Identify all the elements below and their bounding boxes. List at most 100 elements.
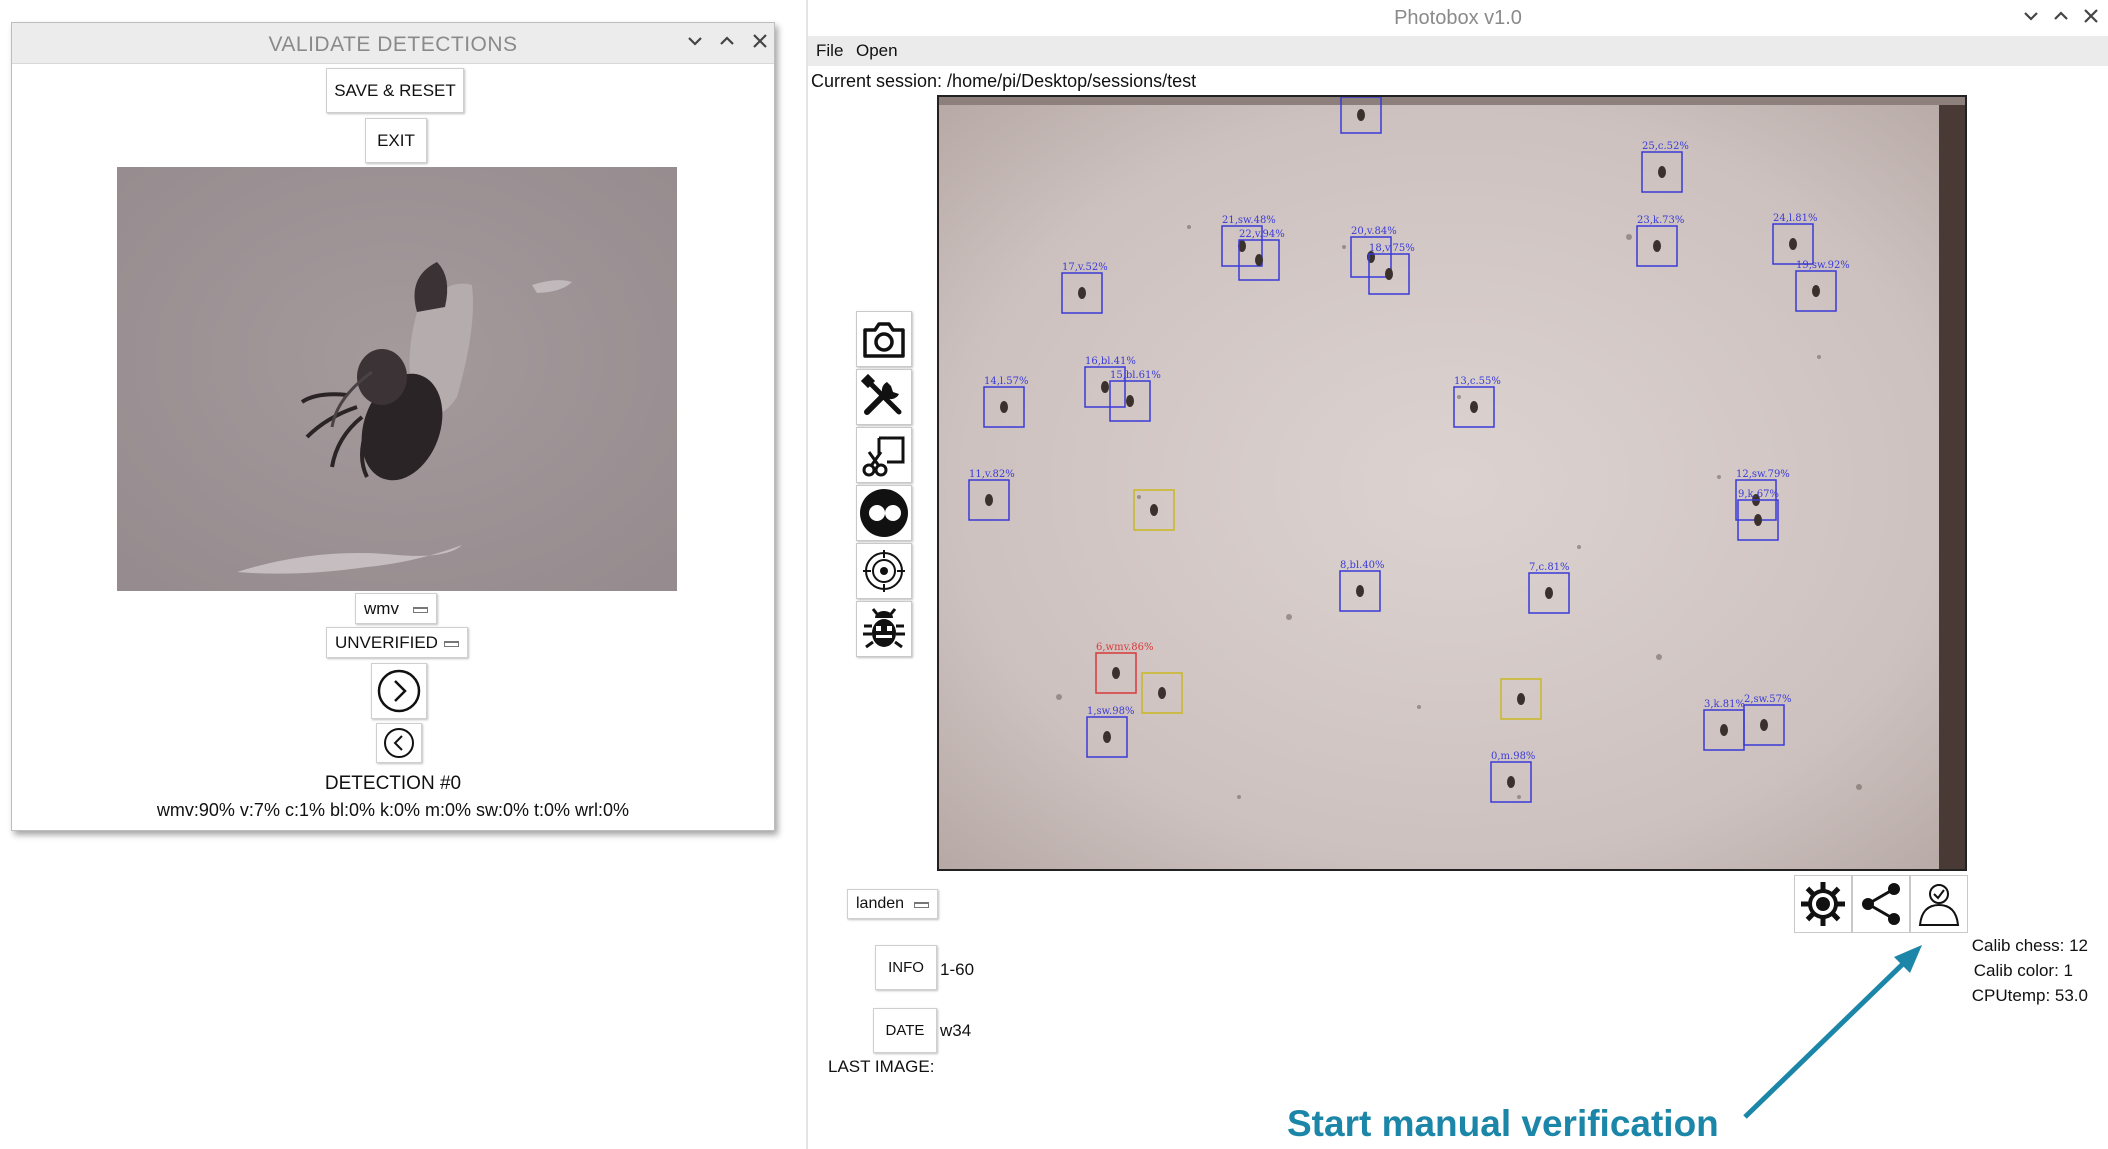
camera-icon — [863, 322, 905, 358]
photobox-titlebar: Photobox v1.0 — [808, 0, 2108, 36]
detection-label: 20,v.84% — [1351, 226, 1397, 237]
detection-label: 23,k.73% — [1637, 215, 1684, 226]
insect-specimen — [1517, 693, 1525, 705]
crop-button[interactable] — [856, 427, 912, 483]
insect-specimen — [1112, 667, 1120, 679]
insect-specimen — [1545, 587, 1553, 599]
gear-icon — [1801, 882, 1845, 926]
bug-icon — [863, 608, 905, 649]
settings-gear-button[interactable] — [1794, 875, 1852, 933]
dropdown-indicator-icon — [413, 606, 428, 613]
maximize-icon[interactable] — [714, 31, 740, 56]
menu-file[interactable]: File — [816, 41, 843, 61]
detection-label: 6,wmv.86% — [1096, 642, 1153, 653]
annotation-arrow — [1743, 945, 1922, 1119]
insect-specimen — [1812, 285, 1820, 297]
trap-photo-canvas: 25,c.52% 23,k.73% 24,l.81% 19,sw.92% 21,sw.4… — [939, 97, 1965, 869]
detection-label: 24,l.81% — [1773, 213, 1818, 224]
date-button[interactable]: DATE — [873, 1008, 937, 1053]
insect-specimen — [1101, 381, 1109, 393]
annotation-text: Start manual verification — [1287, 1103, 1719, 1144]
insect-specimen — [1760, 719, 1768, 731]
photobox-title: Photobox v1.0 — [1394, 7, 1522, 29]
target-button[interactable] — [856, 543, 912, 599]
maximize-icon[interactable] — [2048, 6, 2074, 31]
insect-specimen — [1078, 287, 1086, 299]
insect-specimen — [1754, 514, 1762, 526]
insect-specimen — [1470, 401, 1478, 413]
insect-specimen — [1126, 395, 1134, 407]
insect-specimen — [1103, 731, 1111, 743]
info-button[interactable]: INFO — [875, 945, 937, 990]
crop-icon — [862, 436, 905, 477]
detection-label: 22,v.94% — [1239, 229, 1285, 240]
insect-specimen — [1255, 254, 1263, 266]
insect-specimen — [1150, 504, 1158, 516]
close-icon[interactable] — [2078, 6, 2104, 31]
insect-specimen — [1000, 401, 1008, 413]
cpu-temp: CPUtemp: 53.0 — [1971, 986, 2088, 1005]
detection-label: 16,bl.41% — [1085, 356, 1136, 367]
minimize-icon[interactable] — [682, 31, 708, 56]
close-icon[interactable] — [747, 31, 773, 56]
trap-photo[interactable]: 25,c.52% 23,k.73% 24,l.81% 19,sw.92% 21,sw.4… — [937, 95, 1967, 871]
detection-label: 19,sw.92% — [1796, 260, 1850, 271]
target-icon — [863, 550, 905, 592]
dropdown-indicator-icon — [914, 902, 929, 908]
detection-label: 17,v.52% — [1062, 262, 1108, 273]
location-select[interactable]: landen — [847, 889, 938, 919]
current-session-path: Current session: /home/pi/Desktop/sessio… — [811, 71, 1197, 91]
insect-specimen — [1158, 687, 1166, 699]
info-value: 1-60 — [940, 960, 975, 979]
previous-detection-button[interactable] — [376, 723, 422, 763]
menu-open[interactable]: Open — [856, 41, 898, 61]
chevron-right-circle-icon — [377, 669, 421, 713]
class-select[interactable]: wmv — [355, 593, 437, 624]
detection-label: 12,sw.79% — [1736, 469, 1790, 480]
detection-label: 11,v.82% — [969, 469, 1015, 480]
tools-icon — [860, 373, 902, 415]
chevron-left-circle-icon — [384, 728, 414, 758]
validate-window-title: VALIDATE DETECTIONS — [268, 33, 518, 56]
insect-specimen — [1653, 240, 1661, 252]
detection-label: 13,c.55% — [1454, 376, 1501, 387]
detection-label: 1,sw.98% — [1087, 706, 1134, 717]
exit-button[interactable]: EXIT — [365, 118, 427, 163]
insect-specimen — [1789, 238, 1797, 250]
camera-button[interactable] — [856, 311, 912, 367]
detection-label: 9,k.67% — [1738, 489, 1779, 500]
detection-number: DETECTION #0 — [324, 773, 462, 794]
insect-specimen — [1385, 268, 1393, 280]
detection-label: 14,l.57% — [984, 376, 1029, 387]
flickr-button[interactable] — [856, 485, 912, 541]
status-select[interactable]: UNVERIFIED — [326, 627, 468, 658]
detection-label: 3,k.81% — [1704, 699, 1745, 710]
detection-label: 15,bl.61% — [1110, 370, 1161, 381]
dropdown-indicator-icon — [444, 640, 459, 647]
last-image-label: LAST IMAGE: — [828, 1057, 935, 1076]
share-icon — [1862, 883, 1900, 925]
calib-color: Calib color: 1 — [1973, 961, 2073, 980]
save-reset-button[interactable]: SAVE & RESET — [326, 68, 464, 113]
date-value: w34 — [940, 1021, 972, 1040]
calib-chess: Calib chess: 12 — [1971, 936, 2088, 955]
insect-specimen — [1507, 776, 1515, 788]
menu-bar: File Open — [808, 36, 2108, 66]
insect-specimen — [1356, 585, 1364, 597]
verify-user-icon — [1918, 884, 1960, 926]
share-button[interactable] — [1852, 875, 1910, 933]
detection-crop-image — [117, 167, 677, 591]
window-divider — [806, 0, 808, 1149]
detection-label: 8,bl.40% — [1340, 560, 1385, 571]
insect-specimen — [1357, 109, 1365, 121]
validate-window-titlebar: VALIDATE DETECTIONS — [12, 23, 774, 64]
settings-tools-button[interactable] — [856, 369, 912, 425]
minimize-icon[interactable] — [2018, 6, 2044, 31]
detection-scores: wmv:90% v:7% c:1% bl:0% k:0% m:0% sw:0% … — [156, 800, 630, 820]
flickr-icon — [860, 489, 908, 537]
insect-specimen — [985, 494, 993, 506]
manual-verification-button[interactable] — [1910, 875, 1968, 933]
next-detection-button[interactable] — [371, 663, 427, 719]
bug-button[interactable] — [856, 601, 912, 657]
class-select-value: wmv — [364, 598, 399, 618]
